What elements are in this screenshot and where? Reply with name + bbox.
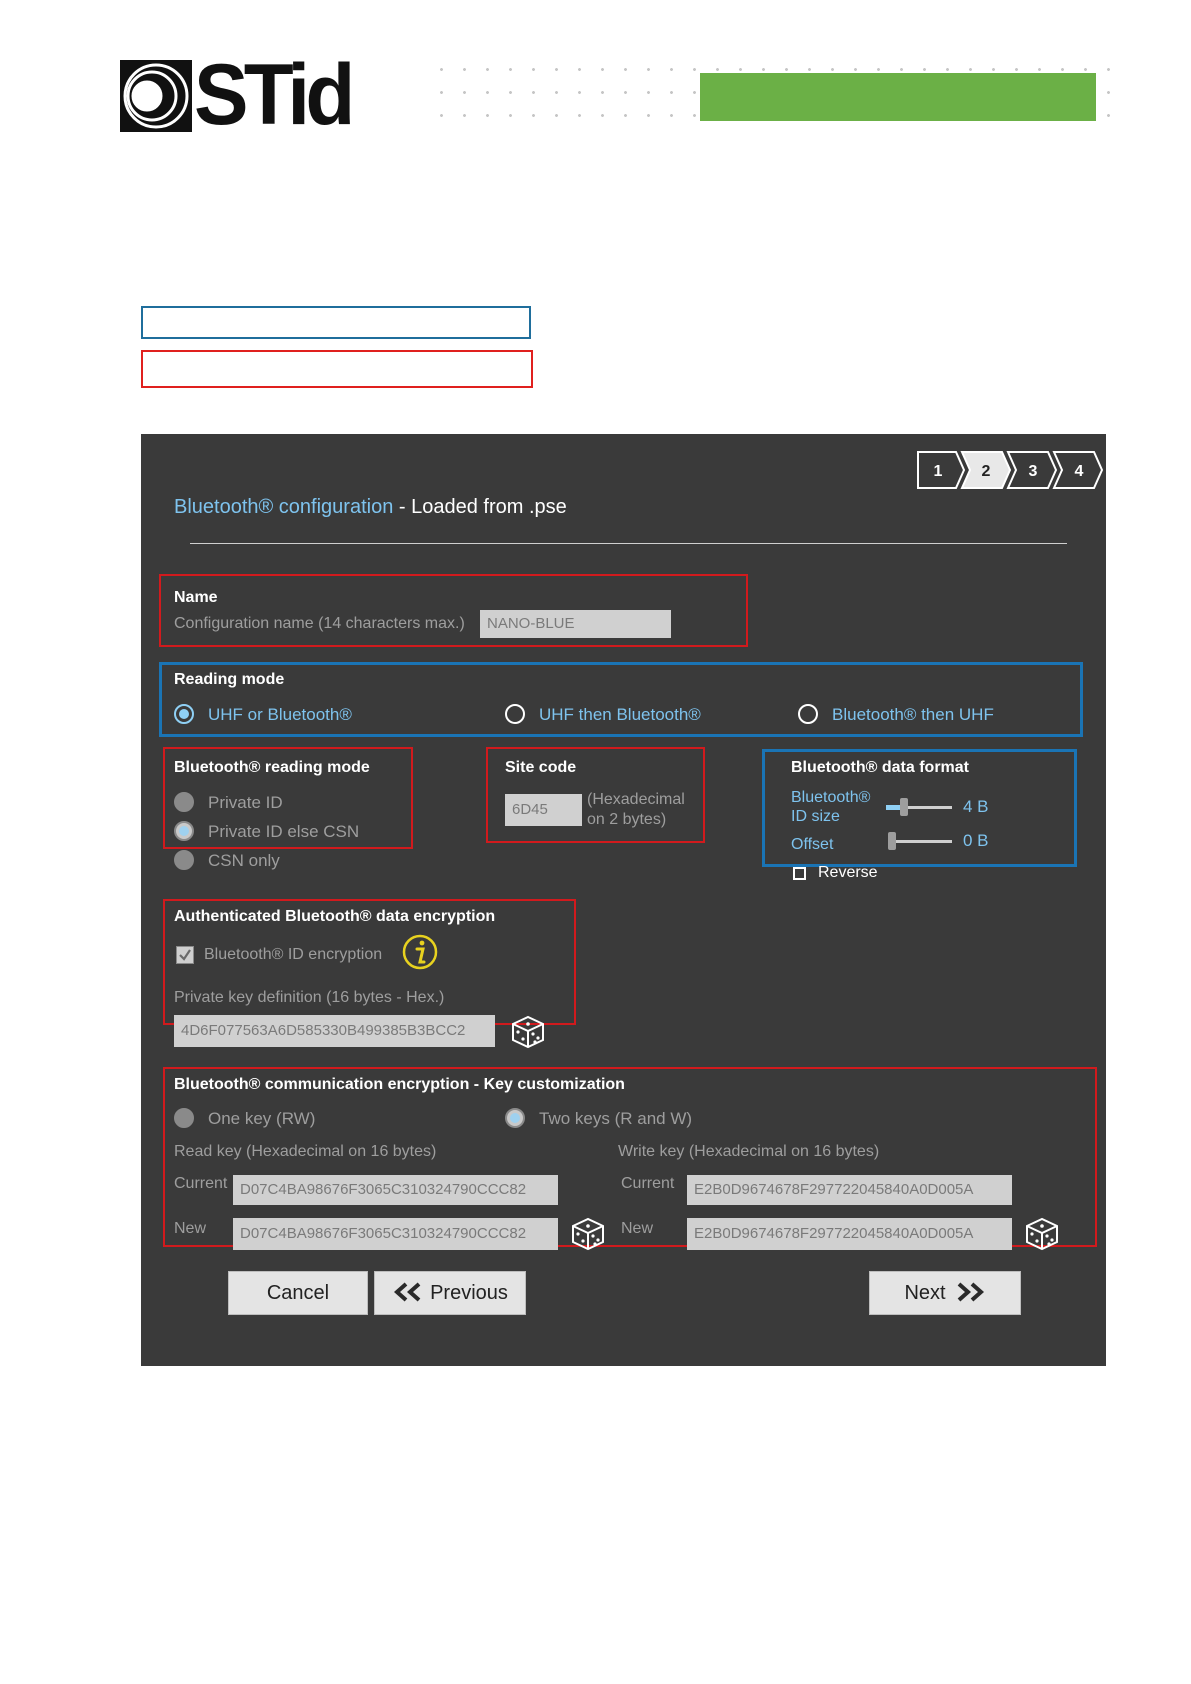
config-name-input[interactable]: NANO-BLUE (480, 610, 671, 638)
id-size-value: 4 B (963, 797, 989, 816)
site-code-hint-2: on 2 bytes) (587, 811, 667, 828)
id-encryption-label[interactable]: Bluetooth® ID encryption (204, 946, 382, 964)
header-green-bar (700, 73, 1096, 121)
offset-slider-thumb[interactable] (888, 832, 896, 850)
config-name-label: Configuration name (14 characters max.) (174, 615, 465, 632)
read-key-current-input[interactable]: D07C4BA98676F3065C310324790CCC82 (233, 1175, 558, 1205)
write-new-label: New (621, 1220, 654, 1237)
wizard-steps: 1 2 3 4 (917, 451, 1104, 489)
stid-logo: STid (120, 52, 356, 138)
legend-blue-box (141, 306, 531, 339)
id-size-label-1: Bluetooth® (791, 789, 871, 806)
radio-private-id-label[interactable]: Private ID (208, 793, 283, 813)
auth-encryption-title: Authenticated Bluetooth® data encryption (174, 908, 496, 925)
radio-bluetooth-then-uhf[interactable] (798, 704, 818, 724)
step-3-label: 3 (1029, 463, 1038, 480)
read-current-label: Current (174, 1175, 228, 1192)
dialog-title: Bluetooth® configuration - Loaded from .… (174, 496, 567, 519)
previous-button[interactable]: Previous (374, 1271, 526, 1315)
radio-uhf-then-bluetooth-label[interactable]: UHF then Bluetooth® (539, 705, 701, 725)
radio-csn-only[interactable] (174, 850, 194, 870)
previous-button-label: Previous (430, 1282, 508, 1304)
offset-label: Offset (791, 836, 834, 853)
id-encryption-checkbox[interactable] (176, 946, 194, 964)
radio-private-id[interactable] (174, 792, 194, 812)
id-size-label-2: ID size (791, 808, 840, 825)
site-code-input[interactable]: 6D45 (505, 794, 582, 826)
radio-uhf-or-bluetooth[interactable] (174, 704, 194, 724)
id-size-slider-thumb[interactable] (900, 798, 908, 816)
step-2[interactable]: 2 (960, 451, 1012, 489)
read-key-label: Read key (Hexadecimal on 16 bytes) (174, 1143, 437, 1160)
name-section-title: Name (174, 589, 218, 606)
next-button-label: Next (904, 1282, 946, 1304)
step-4[interactable]: 4 (1052, 451, 1104, 489)
radio-two-keys-label[interactable]: Two keys (R and W) (539, 1109, 692, 1129)
bluetooth-config-dialog: 1 2 3 4 Bluetooth® configuration - Loade… (141, 434, 1106, 1366)
reading-mode-section (159, 662, 1083, 737)
id-size-slider-fill (886, 805, 900, 810)
logo-wordmark: STid (194, 47, 355, 143)
dice-icon[interactable] (509, 1012, 547, 1050)
double-chevron-left-icon (394, 1282, 421, 1302)
private-key-input[interactable]: 4D6F077563A6D585330B499385B3BCC2 (174, 1015, 495, 1047)
legend-red-box (141, 350, 533, 388)
next-button[interactable]: Next (869, 1271, 1021, 1315)
double-chevron-right-icon (957, 1282, 984, 1302)
site-code-title: Site code (505, 759, 577, 776)
read-key-new-input[interactable]: D07C4BA98676F3065C310324790CCC82 (233, 1218, 558, 1250)
reverse-checkbox[interactable] (793, 867, 806, 880)
stid-logo-mark (120, 60, 192, 132)
radio-one-key-label[interactable]: One key (RW) (208, 1109, 315, 1129)
step-1-label: 1 (934, 463, 943, 480)
bt-reading-mode-title: Bluetooth® reading mode (174, 759, 370, 776)
checkmark-icon (179, 949, 191, 961)
write-current-label: Current (621, 1175, 675, 1192)
dialog-title-rest: - Loaded from .pse (393, 496, 567, 518)
site-code-hint-1: (Hexadecimal (587, 791, 685, 808)
step-4-label: 4 (1075, 463, 1084, 480)
write-key-label: Write key (Hexadecimal on 16 bytes) (618, 1143, 880, 1160)
radio-private-id-else-csn-label[interactable]: Private ID else CSN (208, 822, 359, 842)
dice-icon[interactable] (1023, 1214, 1061, 1252)
radio-csn-only-label[interactable]: CSN only (208, 851, 280, 871)
radio-one-key[interactable] (174, 1108, 194, 1128)
private-key-label: Private key definition (16 bytes - Hex.) (174, 989, 445, 1006)
step-1[interactable]: 1 (917, 451, 966, 489)
radio-private-id-else-csn[interactable] (174, 821, 194, 841)
reverse-label[interactable]: Reverse (818, 864, 878, 882)
info-icon[interactable] (402, 934, 438, 970)
reading-mode-title: Reading mode (174, 671, 285, 688)
read-new-label: New (174, 1220, 207, 1237)
radio-two-keys[interactable] (505, 1108, 525, 1128)
data-format-title: Bluetooth® data format (791, 759, 970, 776)
offset-value: 0 B (963, 831, 989, 850)
dialog-title-highlight: Bluetooth® configuration (174, 496, 394, 518)
radio-bluetooth-then-uhf-label[interactable]: Bluetooth® then UHF (832, 705, 994, 725)
dice-icon[interactable] (569, 1214, 607, 1252)
title-divider (190, 543, 1067, 544)
cancel-button-label: Cancel (266, 1282, 330, 1304)
radio-uhf-then-bluetooth[interactable] (505, 704, 525, 724)
step-2-label: 2 (982, 463, 991, 480)
comm-encryption-title: Bluetooth® communication encryption - Ke… (174, 1076, 625, 1093)
radio-uhf-or-bluetooth-label[interactable]: UHF or Bluetooth® (208, 705, 352, 725)
cancel-button[interactable]: Cancel (228, 1271, 368, 1315)
write-key-new-input[interactable]: E2B0D9674678F297722045840A0D005A (687, 1218, 1012, 1250)
step-3[interactable]: 3 (1006, 451, 1058, 489)
write-key-current-input[interactable]: E2B0D9674678F297722045840A0D005A (687, 1175, 1012, 1205)
offset-slider-track[interactable] (892, 840, 952, 843)
